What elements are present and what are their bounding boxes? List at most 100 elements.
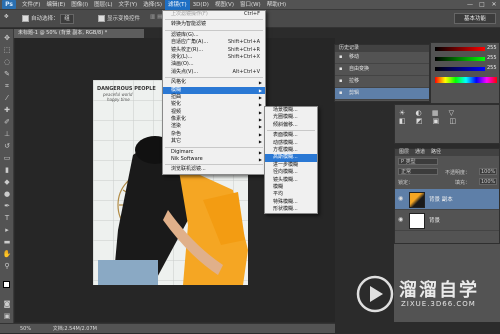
menu-item-label: 自适应广角(A)...: [171, 39, 209, 46]
green-slider[interactable]: [435, 57, 485, 61]
blue-value[interactable]: 255: [487, 65, 497, 71]
show-transform-option[interactable]: 显示变换控件: [98, 14, 140, 22]
blur-menu-item[interactable]: 镜头模糊...: [265, 177, 317, 184]
show-transform-checkbox[interactable]: [98, 15, 105, 22]
blur-menu-item[interactable]: 平均: [265, 191, 317, 198]
history-item[interactable]: ▪ 拉移: [335, 76, 429, 88]
foreground-color-swatch[interactable]: [3, 281, 10, 288]
filter-menu-item[interactable]: 转换为智能滤镜: [163, 21, 265, 28]
auto-select-dropdown[interactable]: 组: [60, 14, 74, 24]
brush-tool-icon[interactable]: ✐: [2, 117, 12, 127]
blur-menu-item[interactable]: 形状模糊...: [265, 206, 317, 213]
crop-tool-icon[interactable]: ⌗: [2, 81, 12, 91]
layer-name[interactable]: 背景 副本: [429, 195, 453, 203]
tab-layers[interactable]: 图层: [399, 149, 409, 156]
path-select-tool-icon[interactable]: ▸: [2, 225, 12, 235]
filter-menu-item[interactable]: 视频 ▶: [163, 109, 265, 116]
eyedropper-tool-icon[interactable]: ⁄: [2, 93, 12, 103]
blue-slider[interactable]: [435, 67, 485, 71]
blur-menu-item[interactable]: 光圈模糊...: [265, 114, 317, 121]
auto-select-checkbox[interactable]: [22, 15, 29, 22]
menu-item-label: 浏览联机滤镜...: [171, 166, 206, 173]
blur-menu-item[interactable]: 特殊模糊...: [265, 199, 317, 206]
stamp-tool-icon[interactable]: ⊥: [2, 129, 12, 139]
blur-menu-item[interactable]: 径向模糊...: [265, 169, 317, 176]
quick-mask-icon[interactable]: ◙: [2, 299, 12, 309]
filter-menu-item[interactable]: 其它 ▶: [163, 138, 265, 145]
menu-item[interactable]: 帮助(H): [264, 0, 289, 10]
history-item[interactable]: ▪ 剪辑: [335, 88, 429, 100]
marquee-tool-icon[interactable]: ⬚: [2, 45, 12, 55]
filter-menu-item[interactable]: Digimarc ▶: [163, 149, 265, 156]
workspace-button[interactable]: 基本功能: [454, 13, 496, 24]
menu-item[interactable]: 编辑(E): [43, 0, 68, 10]
blur-menu-item[interactable]: 高斯模糊...: [265, 154, 317, 162]
blur-menu-item[interactable]: 表面模糊...: [265, 132, 317, 139]
close-button[interactable]: ✕: [488, 0, 500, 9]
visibility-eye-icon[interactable]: ◉: [398, 216, 403, 223]
visibility-eye-icon[interactable]: ◉: [398, 195, 403, 202]
blur-menu-item[interactable]: 倾斜偏移...: [265, 122, 317, 129]
layer-row[interactable]: ◉ 背景 副本: [395, 189, 499, 210]
document-tab[interactable]: 未标题-1 @ 50% (背景 副本, RGB/8) *: [14, 29, 144, 38]
screen-mode-icon[interactable]: ▣: [2, 311, 12, 321]
zoom-level[interactable]: 50%: [20, 326, 31, 332]
menu-item[interactable]: 文件(F): [19, 0, 43, 10]
tab-paths[interactable]: 路径: [431, 149, 441, 156]
filter-menu-item[interactable]: 上次滤镜操作(F) Ctrl+F: [163, 11, 265, 18]
layer-filter-dropdown[interactable]: P 类型: [398, 158, 438, 165]
filter-menu-item[interactable]: 渲染 ▶: [163, 123, 265, 130]
menu-item[interactable]: 窗口(W): [237, 0, 264, 10]
blend-mode-dropdown[interactable]: 正常: [398, 168, 438, 175]
red-slider[interactable]: [435, 47, 485, 51]
gradient-tool-icon[interactable]: ▮: [2, 165, 12, 175]
history-step-icon: ▪: [339, 78, 343, 84]
menu-item[interactable]: 图像(I): [68, 0, 91, 10]
dodge-tool-icon[interactable]: ●: [2, 189, 12, 199]
move-tool-icon[interactable]: ✥: [2, 33, 12, 43]
filter-menu-item[interactable]: 油画(O)...: [163, 61, 265, 68]
fill-field[interactable]: 100%: [479, 178, 497, 185]
history-item[interactable]: ▪ 移动: [335, 52, 429, 64]
layer-name[interactable]: 背景: [429, 216, 440, 224]
lasso-tool-icon[interactable]: ◌: [2, 57, 12, 67]
menu-item[interactable]: 图层(L): [91, 0, 115, 10]
quick-select-tool-icon[interactable]: ✎: [2, 69, 12, 79]
filter-menu-item[interactable]: 镜头校正(R)... Shift+Ctrl+R: [163, 47, 265, 54]
auto-select-option[interactable]: 自动选择： 组: [22, 14, 74, 24]
blur-tool-icon[interactable]: ◆: [2, 177, 12, 187]
pen-tool-icon[interactable]: ✒: [2, 201, 12, 211]
menu-item[interactable]: 选择(S): [140, 0, 165, 10]
opacity-field[interactable]: 100%: [479, 168, 497, 175]
menu-item-label: 场景模糊...: [273, 107, 298, 113]
menu-item[interactable]: 文字(Y): [116, 0, 141, 10]
menu-item-label: 消失点(V)...: [171, 68, 199, 75]
eraser-tool-icon[interactable]: ▭: [2, 153, 12, 163]
filter-menu-item[interactable]: 浏览联机滤镜...: [163, 166, 265, 173]
type-tool-icon[interactable]: T: [2, 213, 12, 223]
filter-menu-item[interactable]: 自适应广角(A)... Shift+Ctrl+A: [163, 39, 265, 46]
filter-menu-item[interactable]: 风格化 ▶: [163, 79, 265, 86]
healing-tool-icon[interactable]: ✚: [2, 105, 12, 115]
shape-tool-icon[interactable]: ▬: [2, 237, 12, 247]
menu-item[interactable]: 滤镜(T): [164, 0, 190, 10]
layer-row[interactable]: ◉ 背景: [395, 210, 499, 231]
maximize-button[interactable]: □: [476, 0, 488, 9]
filter-menu-item[interactable]: Nik Software ▶: [163, 156, 265, 163]
red-value[interactable]: 255: [487, 45, 497, 51]
history-brush-tool-icon[interactable]: ↺: [2, 141, 12, 151]
menu-item[interactable]: 视图(V): [212, 0, 237, 10]
minimize-button[interactable]: —: [464, 0, 476, 9]
history-item[interactable]: ▪ 自由变换: [335, 64, 429, 76]
menu-item[interactable]: 3D(D): [190, 0, 212, 10]
color-spectrum[interactable]: [435, 77, 497, 83]
zoom-tool-icon[interactable]: ⚲: [2, 261, 12, 271]
hand-tool-icon[interactable]: ✋: [2, 249, 12, 259]
adjustments-panel[interactable]: ☀ ◐ ▦ ▽ ◧ ◩ ▣ ◫: [394, 104, 500, 144]
green-value[interactable]: 255: [487, 55, 497, 61]
tab-channels[interactable]: 通道: [415, 149, 425, 156]
filter-menu-item[interactable]: 模糊 ▶: [163, 86, 265, 94]
blur-menu-item[interactable]: 动感模糊...: [265, 140, 317, 147]
filter-menu-item[interactable]: 消失点(V)... Alt+Ctrl+V: [163, 69, 265, 76]
filter-menu-item[interactable]: 锐化 ▶: [163, 101, 265, 108]
